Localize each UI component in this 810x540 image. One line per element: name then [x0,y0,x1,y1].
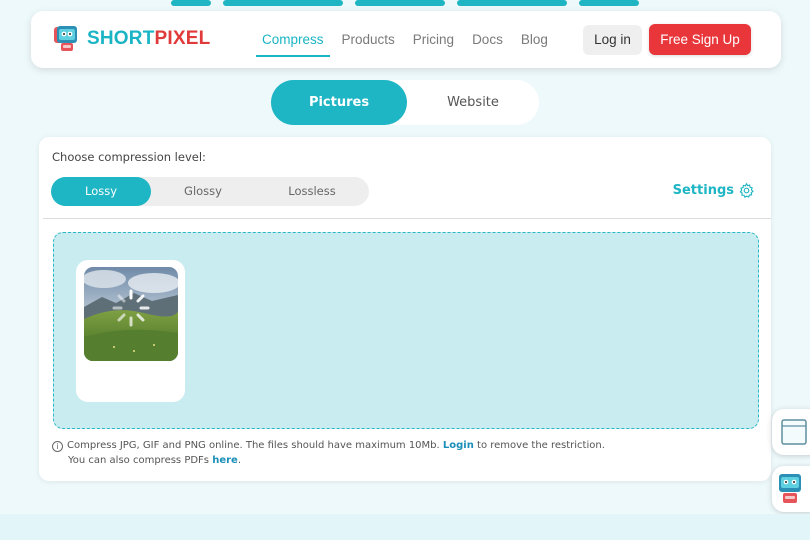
level-lossy-button[interactable]: Lossy [51,177,151,206]
page-bottom-band [0,514,810,540]
document-icon [781,419,807,445]
login-link[interactable]: Login [443,440,474,451]
pdf-here-link[interactable]: here [212,455,238,466]
hero-heading-fragment [171,0,211,6]
settings-button[interactable]: Settings [673,182,755,199]
side-widget-robot-chat[interactable] [772,466,810,512]
logo-text-pixel: PIXEL [154,28,211,49]
login-button[interactable]: Log in [583,25,642,55]
info-icon: i [52,441,63,452]
free-signup-button[interactable]: Free Sign Up [649,24,751,55]
info-line-1: i Compress JPG, GIF and PNG online. The f… [52,438,605,453]
robot-chat-icon [779,474,801,503]
level-lossless-button[interactable]: Lossless [255,177,369,206]
info-restriction-text: Compress JPG, GIF and PNG online. The fi… [67,440,440,451]
landscape-thumbnail [84,267,178,361]
file-dropzone[interactable] [53,232,759,429]
tab-website[interactable]: Website [407,80,539,125]
hero-heading-fragment [355,0,445,6]
hero-heading-cutoff [0,0,810,6]
settings-label: Settings [672,183,734,198]
hero-heading-fragment [579,0,639,6]
nav-links: Compress Products Pricing Docs Blog [256,11,566,68]
image-thumbnail [84,267,178,361]
card-divider [43,218,771,219]
shortpixel-logo[interactable]: SHORTPIXEL [53,24,210,54]
info-line-2: You can also compress PDFs here. [52,453,605,468]
compression-level-selector: Lossy Glossy Lossless [51,177,369,206]
info-pdf-suffix: . [237,455,242,466]
upload-info-text: i Compress JPG, GIF and PNG online. The f… [52,438,605,468]
hero-heading-fragment [457,0,567,6]
info-pdf-text: You can also compress PDFs [68,455,210,466]
logo-wordmark: SHORTPIXEL [87,28,210,50]
nav-link-compress[interactable]: Compress [256,11,329,68]
tab-pictures[interactable]: Pictures [271,80,407,125]
nav-link-docs[interactable]: Docs [472,11,503,68]
info-restriction-suffix: to remove the restriction. [477,440,605,451]
nav-link-blog[interactable]: Blog [521,11,548,68]
compression-level-label: Choose compression level: [52,150,206,164]
compression-card: Choose compression level: Lossy Glossy L… [39,137,771,481]
logo-text-short: SHORT [87,28,155,49]
mode-toggle: Pictures Website [271,80,539,125]
robot-logo-icon [54,26,77,51]
gear-icon [739,182,754,198]
nav-link-pricing[interactable]: Pricing [413,11,454,68]
uploaded-image-card [76,260,185,402]
nav-link-products[interactable]: Products [342,11,395,68]
hero-heading-fragment [223,0,343,6]
level-glossy-button[interactable]: Glossy [151,177,255,206]
side-widget-document[interactable] [772,409,810,455]
top-navbar: SHORTPIXEL Compress Products Pricing Doc… [31,11,781,68]
